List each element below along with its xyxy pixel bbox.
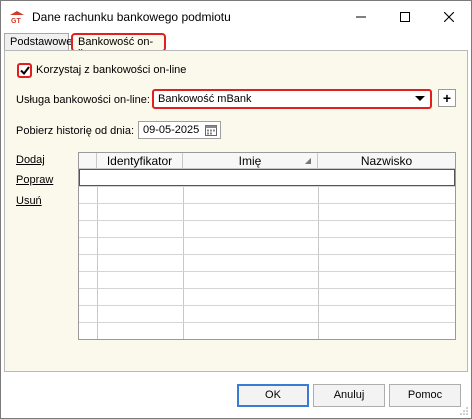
service-label: Usługa bankowości on-line: (16, 94, 150, 106)
grid-current-row[interactable] (79, 169, 455, 186)
history-date-value: 09-05-2025 (143, 124, 200, 136)
grid-body[interactable] (79, 169, 455, 339)
title-bar: GT Dane rachunku bankowego podmiotu (1, 1, 471, 33)
checkmark-icon (19, 66, 30, 75)
calendar-icon[interactable] (205, 124, 217, 136)
tab-strip: Podstawowe Bankowość on-line (1, 33, 471, 60)
tab-podstawowe[interactable]: Podstawowe (4, 33, 72, 51)
grid-header-imie-label: Imię (238, 154, 262, 168)
close-icon (444, 12, 454, 22)
use-online-checkbox[interactable] (17, 63, 32, 78)
grid-header: Identyfikator Imię ◢ Nazwisko (79, 153, 455, 169)
maximize-icon (400, 12, 410, 22)
close-button[interactable] (427, 1, 471, 33)
svg-text:GT: GT (11, 18, 21, 24)
dialog-window: GT Dane rachunku bankowego podmiotu Pods… (0, 0, 472, 419)
history-date-field[interactable]: 09-05-2025 (138, 121, 221, 139)
edit-link[interactable]: Popraw (16, 174, 53, 186)
cancel-button[interactable]: Anuluj (313, 384, 385, 407)
app-logo-icon: GT (10, 11, 24, 24)
minimize-button[interactable] (339, 1, 383, 33)
add-link[interactable]: Dodaj (16, 154, 45, 166)
delete-link[interactable]: Usuń (16, 195, 42, 207)
service-select-value: Bankowość mBank (158, 93, 252, 105)
grid-header-indicator (79, 153, 97, 169)
service-select[interactable]: Bankowość mBank (152, 89, 432, 109)
grid-header-identyfikator[interactable]: Identyfikator (97, 153, 183, 169)
resize-grip-icon[interactable] (459, 406, 469, 416)
dropdown-arrow-icon (415, 96, 425, 101)
history-date-label: Pobierz historię od dnia: (16, 125, 135, 137)
use-online-label: Korzystaj z bankowości on-line (36, 64, 187, 76)
column-resize-icon: ◢ (304, 156, 311, 165)
grid-header-imie[interactable]: Imię ◢ (183, 153, 318, 169)
add-service-button[interactable]: + (438, 89, 456, 107)
persons-grid[interactable]: Identyfikator Imię ◢ Nazwisko (78, 152, 456, 340)
maximize-button[interactable] (383, 1, 427, 33)
grid-header-nazwisko[interactable]: Nazwisko (318, 153, 455, 169)
window-title: Dane rachunku bankowego podmiotu (32, 10, 231, 24)
ok-button[interactable]: OK (237, 384, 309, 407)
help-button[interactable]: Pomoc (389, 384, 461, 407)
minimize-icon (356, 16, 366, 18)
tab-panel-online-banking: Korzystaj z bankowości on-line Usługa ba… (4, 50, 468, 372)
